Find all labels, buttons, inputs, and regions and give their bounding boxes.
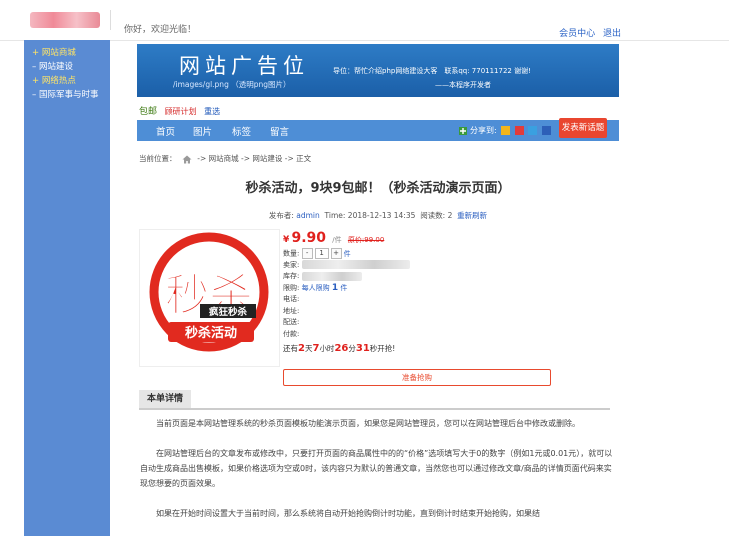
currency-symbol: ¥ xyxy=(283,235,290,245)
article-paragraph: 在网站管理后台的文章发布或修改中，只要打开页面的商品属性中的的“价格”选项填写大… xyxy=(140,449,613,488)
author-label: 发布者: xyxy=(268,211,294,220)
banner-title: 网站广告位 xyxy=(179,54,309,78)
limit-label: 限购: xyxy=(283,283,300,292)
share-bar: 分享到: xyxy=(459,125,551,136)
limit-row: 限购: 每人限购 1 件 xyxy=(283,283,583,295)
divider xyxy=(110,10,111,30)
phone-label: 电话: xyxy=(283,295,300,303)
stock-value-redacted xyxy=(301,271,362,281)
tab-details[interactable]: 本单详情 xyxy=(139,390,191,408)
ad-link-free-shipping[interactable]: 包邮 xyxy=(139,107,157,117)
share-tencent-icon[interactable] xyxy=(528,126,538,135)
countdown-timer: 还有2天7小时26分31秒开抢! xyxy=(283,343,583,354)
nav-home[interactable]: 首页 xyxy=(156,124,175,138)
product-image: 秒杀 疯狂秒杀 秒杀活动 xyxy=(139,229,280,367)
read-count: 阅读数: 2 xyxy=(420,211,453,220)
countdown-hours-unit: 小时 xyxy=(319,344,335,353)
detail-tab-bar: 本单详情 xyxy=(139,390,610,410)
seller-label: 卖家: xyxy=(283,260,300,269)
breadcrumb: 当前位置： -> 网站商城 -> 网站建设 -> 正文 xyxy=(139,153,311,164)
share-label: 分享到: xyxy=(470,126,497,135)
share-weibo-icon[interactable] xyxy=(514,126,524,135)
quantity-row: 数量: -1 + 件 xyxy=(283,248,583,260)
countdown-minutes: 26 xyxy=(334,343,349,354)
sidebar-item-military-news[interactable]: – 国际军事与时事 xyxy=(24,88,110,102)
address-row: 地址: xyxy=(283,306,583,318)
seller-row: 卖家: xyxy=(283,260,583,272)
quantity-label: 数量: xyxy=(283,249,300,258)
countdown-seconds: 31 xyxy=(355,343,370,354)
price-row: ¥ 9.90 /件 原价:99.00 xyxy=(283,230,583,246)
limit-unit: 件 xyxy=(340,283,348,292)
member-center-link[interactable]: 会员中心 xyxy=(559,29,595,39)
quantity-unit: 件 xyxy=(343,249,351,258)
ad-link-plan[interactable]: 顾研计划 xyxy=(165,107,197,116)
seller-value-redacted xyxy=(301,260,410,269)
article-paragraph: 如果在开始时间设置大于当前时间，那么系统将自动开始抢购倒计时功能，直到倒计时结束… xyxy=(156,509,540,518)
banner-info: 导位：帮忙介绍php网络建设大客 联系qq: 770111722 谢谢! xyxy=(333,67,531,75)
breadcrumb-path[interactable]: -> 网站商城 -> 网站建设 -> 正文 xyxy=(197,154,311,163)
article-paragraph: 当前页面是本网站管理系统的秒杀页面模板功能演示页面，如果您是网站管理员，您可以在… xyxy=(156,419,580,428)
original-price: 99.00 xyxy=(364,236,385,244)
countdown-seconds-unit: 秒开抢! xyxy=(369,344,396,353)
address-label: 地址: xyxy=(283,306,300,315)
publish-time: Time: 2018-12-13 14:35 xyxy=(324,211,416,220)
promo-bottom-text: 秒杀活动 xyxy=(185,325,237,341)
article-meta: 发布者: admin Time: 2018-12-13 14:35 阅读数: 2… xyxy=(137,210,619,221)
nav-images[interactable]: 图片 xyxy=(193,124,212,138)
ad-link-select[interactable]: 重选 xyxy=(204,107,220,116)
nav-tags[interactable]: 标签 xyxy=(232,124,251,138)
limit-number: 1 xyxy=(331,282,339,293)
share-plus-icon xyxy=(459,126,467,135)
stock-label: 库存: xyxy=(283,272,300,280)
share-qzone-icon[interactable] xyxy=(501,126,511,135)
quantity-minus-button[interactable]: - xyxy=(301,248,313,259)
sidebar-item-site-building[interactable]: – 网站建设 xyxy=(24,60,110,74)
original-price-label: 原价: xyxy=(347,236,365,244)
sidebar-item-mall[interactable]: + 网站商城 xyxy=(24,46,110,60)
limit-text: 每人限购 xyxy=(301,283,330,292)
author-name[interactable]: admin xyxy=(296,211,320,220)
quantity-plus-button[interactable]: + xyxy=(330,248,342,259)
stock-row: 库存: xyxy=(283,271,583,283)
page-title: 秒杀活动，9块9包邮！（秒杀活动演示页面） xyxy=(245,181,511,196)
post-new-topic-button[interactable]: 发表新话题 xyxy=(559,118,607,138)
payment-row: 付款: xyxy=(283,329,583,341)
countdown-days: 2 xyxy=(298,343,305,354)
main-nav: 首页 图片 标签 留言 分享到: 发表新话题 xyxy=(137,118,619,141)
countdown-prefix: 还有 xyxy=(283,344,298,353)
ad-links: 包邮 顾研计划 重选 xyxy=(139,104,225,117)
payment-label: 付款: xyxy=(283,329,300,338)
phone-row: 电话: xyxy=(283,294,583,306)
prepare-buy-button[interactable]: 准备抢购 xyxy=(283,369,551,386)
banner-path: /images/gl.png （透明png图片） xyxy=(173,80,291,89)
delivery-row: 配送: xyxy=(283,317,583,329)
top-bar: 你好，欢迎光临！ 会员中心 退出 xyxy=(0,0,729,41)
sidebar: + 网站商城 – 网站建设 + 网络热点 – 国际军事与时事 xyxy=(24,40,110,536)
site-logo[interactable] xyxy=(30,12,100,28)
countdown-minutes-unit: 分 xyxy=(348,344,356,353)
sidebar-item-hot-topics[interactable]: + 网络热点 xyxy=(24,74,110,88)
article-body: 当前页面是本网站管理系统的秒杀页面模板功能演示页面，如果您是网站管理员，您可以在… xyxy=(140,416,614,536)
price-unit: /件 xyxy=(332,236,342,244)
flash-sale-graphic: 秒杀 疯狂秒杀 秒杀活动 xyxy=(149,232,269,352)
sale-price: 9.90 xyxy=(291,230,327,246)
home-icon[interactable] xyxy=(182,155,192,164)
promo-badge-text: 疯狂秒杀 xyxy=(209,306,248,318)
top-links: 会员中心 退出 xyxy=(554,26,621,39)
quantity-input[interactable]: 1 xyxy=(314,248,329,259)
refresh-link[interactable]: 重新刷新 xyxy=(457,211,487,220)
delivery-label: 配送: xyxy=(283,318,300,326)
nav-messages[interactable]: 留言 xyxy=(270,124,289,138)
product-info: ¥ 9.90 /件 原价:99.00 数量: -1 + 件 卖家: 库存: 限购: … xyxy=(283,230,583,354)
welcome-text: 你好，欢迎光临！ xyxy=(124,25,197,35)
logout-link[interactable]: 退出 xyxy=(603,29,621,39)
banner-sub: ——本程序开发者 xyxy=(435,81,491,89)
breadcrumb-prefix: 当前位置： xyxy=(139,154,177,163)
ad-banner[interactable]: 网站广告位 /images/gl.png （透明png图片） 导位：帮忙介绍ph… xyxy=(137,44,619,97)
share-renren-icon[interactable] xyxy=(541,126,551,135)
